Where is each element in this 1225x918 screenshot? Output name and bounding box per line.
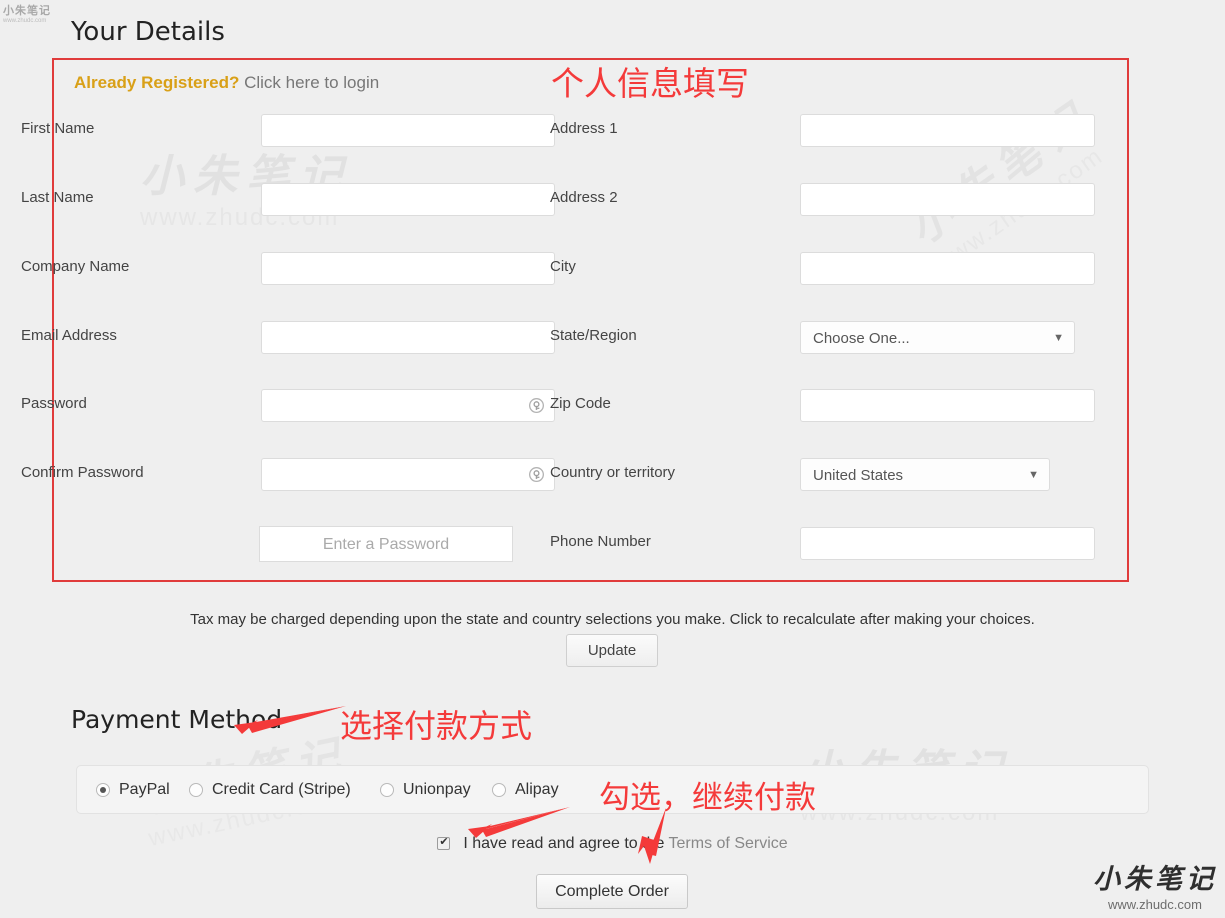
payment-method-heading: Payment Method <box>71 705 282 734</box>
already-registered-label: Already Registered? <box>74 73 239 92</box>
annotation-check-continue: 勾选，继续付款 <box>599 772 816 817</box>
confirm-password-input[interactable] <box>261 458 555 491</box>
field-label: Email Address <box>21 321 261 351</box>
country-selected-value: United States <box>813 467 903 484</box>
radio-icon[interactable] <box>492 783 506 797</box>
watermark-cn-text: 小朱笔记 <box>1093 857 1217 896</box>
watermark-bottom-right: 小朱笔记 www.zhudc.com <box>1093 857 1217 912</box>
annotation-choose-payment: 选择付款方式 <box>340 701 532 747</box>
watermark-url-text: www.zhudc.com <box>3 18 51 24</box>
address-2-input[interactable] <box>800 183 1095 216</box>
annotation-personal-info: 个人信息填写 <box>551 57 749 105</box>
payment-option-credit-card[interactable]: Credit Card (Stripe) <box>189 765 351 814</box>
chevron-down-icon: ▼ <box>1053 322 1064 355</box>
payment-option-alipay[interactable]: Alipay <box>492 765 559 814</box>
payment-option-label: Alipay <box>515 781 559 799</box>
payment-option-label: Credit Card (Stripe) <box>212 781 351 799</box>
field-label: First Name <box>21 114 261 144</box>
login-link[interactable]: Click here to login <box>239 73 379 92</box>
password-manager-key-icon[interactable] <box>527 466 546 485</box>
field-label: Company Name <box>21 252 261 282</box>
field-label: State/Region <box>550 321 800 351</box>
radio-icon[interactable] <box>380 783 394 797</box>
terms-of-service-link[interactable]: Terms of Service <box>669 835 788 852</box>
field-label: Confirm Password <box>21 458 261 488</box>
first-name-input[interactable] <box>261 114 555 147</box>
already-registered-line[interactable]: Already Registered? Click here to login <box>74 73 379 93</box>
complete-order-button[interactable]: Complete Order <box>536 874 688 909</box>
field-label: Country or territory <box>550 458 800 488</box>
zip-code-input[interactable] <box>800 389 1095 422</box>
last-name-input[interactable] <box>261 183 555 216</box>
field-label: Password <box>21 389 261 419</box>
city-input[interactable] <box>800 252 1095 285</box>
terms-agreement-row: I have read and agree to the Terms of Se… <box>0 835 1225 853</box>
field-label: Phone Number <box>550 527 800 557</box>
enter-a-password-button[interactable]: Enter a Password <box>259 526 513 562</box>
country-select[interactable]: United States ▼ <box>800 458 1050 491</box>
payment-option-unionpay[interactable]: Unionpay <box>380 765 471 814</box>
field-label: Address 1 <box>550 114 800 144</box>
company-name-input[interactable] <box>261 252 555 285</box>
field-label: Zip Code <box>550 389 800 419</box>
update-button[interactable]: Update <box>566 634 658 667</box>
field-label: Last Name <box>21 183 261 213</box>
password-input[interactable] <box>261 389 555 422</box>
state-region-selected-value: Choose One... <box>813 330 910 347</box>
terms-text: I have read and agree to the <box>463 835 668 852</box>
page-title: Your Details <box>71 17 225 47</box>
field-label: Address 2 <box>550 183 800 213</box>
address-1-input[interactable] <box>800 114 1095 147</box>
radio-icon-selected[interactable] <box>96 783 110 797</box>
watermark-url-text: www.zhudc.com <box>1093 897 1217 912</box>
payment-option-label: Unionpay <box>403 781 471 799</box>
payment-option-paypal[interactable]: PayPal <box>96 765 170 814</box>
state-region-select[interactable]: Choose One... ▼ <box>800 321 1075 354</box>
email-address-input[interactable] <box>261 321 555 354</box>
watermark-top-left: 小朱笔记 www.zhudc.com <box>3 2 51 24</box>
radio-icon[interactable] <box>189 783 203 797</box>
payment-option-label: PayPal <box>119 781 170 799</box>
phone-number-input[interactable] <box>800 527 1095 560</box>
field-label: City <box>550 252 800 282</box>
password-manager-key-icon[interactable] <box>527 397 546 416</box>
chevron-down-icon: ▼ <box>1028 459 1039 492</box>
checkout-page: 小朱笔记 www.zhudc.com 小朱笔记 www.zhudc.com 小朱… <box>0 0 1225 918</box>
tax-notice-text: Tax may be charged depending upon the st… <box>0 611 1225 628</box>
terms-checkbox[interactable] <box>437 837 450 850</box>
watermark-cn-text: 小朱笔记 <box>3 2 51 18</box>
